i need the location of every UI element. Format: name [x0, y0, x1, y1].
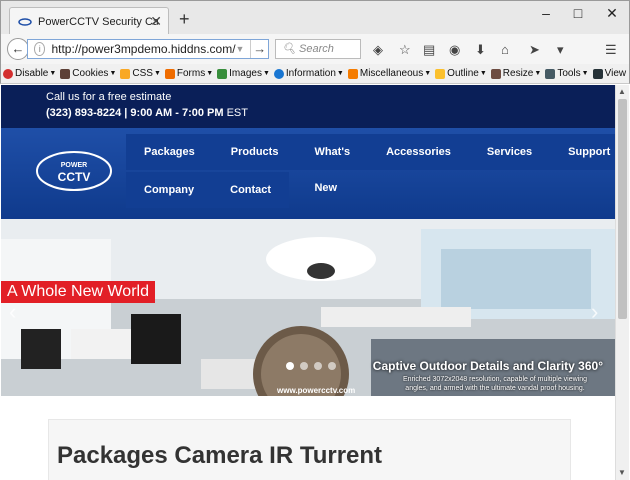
disable-icon [3, 68, 13, 79]
slider-next-icon[interactable]: › [591, 299, 598, 325]
reading-list-icon[interactable]: ▤ [423, 42, 435, 58]
menu-row-1: Packages Products What's New Accessories… [126, 134, 615, 194]
devtool-information[interactable]: Information ▼ [273, 68, 344, 79]
devtool-images[interactable]: Images ▼ [217, 68, 270, 79]
resize-icon [490, 68, 501, 79]
page-title: Packages Camera IR Turrent [57, 442, 383, 469]
menu-row-2: Company Contact [126, 172, 571, 208]
main-menu: Packages Products What's New Accessories… [126, 134, 615, 208]
dropdown-icon[interactable]: ▼ [236, 44, 245, 54]
slider-dot[interactable] [300, 362, 308, 370]
devtool-miscellaneous[interactable]: Miscellaneous ▼ [347, 68, 431, 79]
slider-prev-icon[interactable]: ‹ [9, 299, 16, 325]
cookies-icon [60, 68, 71, 79]
search-placeholder: Search [299, 43, 334, 55]
powercctv-logo[interactable]: POWER CCTV [35, 150, 113, 192]
devtool-view-source[interactable]: View Source▼ [592, 68, 629, 79]
web-page: Call us for a free estimate (323) 893-82… [1, 85, 615, 480]
slider-dot[interactable] [286, 362, 294, 370]
devtool-disable[interactable]: Disable ▼ [3, 68, 56, 79]
hero-subcaption: Enriched 3072x2048 resolution, capable o… [402, 376, 588, 392]
url-text[interactable]: http://power3mpdemo.hiddns.com/ [51, 42, 235, 56]
download-icon[interactable]: ⬇ [475, 42, 486, 58]
scroll-up-icon[interactable]: ▲ [618, 87, 626, 96]
minimize-button[interactable]: – [531, 5, 561, 21]
menu-whats-new[interactable]: What's New [296, 134, 369, 194]
maximize-button[interactable]: □ [563, 5, 593, 21]
slider-dot[interactable] [314, 362, 322, 370]
devtool-cookies[interactable]: Cookies ▼ [60, 68, 116, 79]
logo-text-bottom: CCTV [58, 170, 91, 184]
slider-dots [286, 362, 342, 370]
pocket-icon[interactable]: ◉ [449, 42, 460, 58]
send-icon[interactable]: ➤ [529, 42, 540, 58]
menu-icon[interactable]: ☰ [605, 42, 617, 58]
search-input[interactable]: 🔍︎ Search [275, 39, 361, 59]
devtool-outline[interactable]: Outline ▼ [435, 68, 487, 79]
extension-icon[interactable]: ◈ [373, 42, 383, 58]
hero-badge: A Whole New World [1, 281, 155, 303]
hours-line: (323) 893-8224 | 9:00 AM - 7:00 PM EST [46, 107, 248, 119]
browser-tab[interactable]: PowerCCTV Security Cam... ✕ [9, 7, 169, 35]
page-scrollbar[interactable]: ▲ ▼ [615, 85, 629, 480]
menu-company[interactable]: Company [126, 172, 213, 208]
menu-accessories[interactable]: Accessories [368, 134, 469, 170]
devtool-css[interactable]: CSS ▼ [120, 68, 161, 79]
home-icon[interactable]: ⌂ [501, 42, 509, 57]
slider-dot[interactable] [328, 362, 336, 370]
devtool-forms[interactable]: Forms ▼ [164, 68, 213, 79]
hero-caption: Captive Outdoor Details and Clarity 360° [372, 359, 603, 373]
devtool-resize[interactable]: Resize ▼ [490, 68, 541, 79]
information-icon [273, 68, 284, 79]
tab-title: PowerCCTV Security Cam... [38, 15, 158, 28]
back-icon[interactable]: ← [7, 38, 29, 60]
contact-strip: Call us for a free estimate (323) 893-82… [1, 85, 615, 128]
title-bar: PowerCCTV Security Cam... ✕ + – □ ✕ [0, 0, 630, 35]
scrollbar-thumb[interactable] [618, 99, 627, 319]
view-source-icon [592, 68, 603, 79]
search-icon: 🔍︎ [282, 43, 296, 55]
devtool-tools[interactable]: Tools ▼ [545, 68, 589, 79]
info-icon[interactable]: i [34, 42, 46, 56]
tools-icon [545, 68, 556, 79]
forms-icon [164, 68, 175, 79]
site-header: POWER CCTV Packages Products What's New … [1, 128, 615, 219]
tab-close-icon[interactable]: ✕ [150, 13, 162, 30]
images-icon [217, 68, 228, 79]
go-icon[interactable]: → [250, 40, 268, 58]
address-bar[interactable]: i http://power3mpdemo.hiddns.com/ ▼ → [27, 39, 269, 59]
site-favicon-icon [18, 17, 32, 26]
hero-slider[interactable]: A Whole New World Captive Outdoor Detail… [1, 219, 615, 396]
outline-icon [435, 68, 446, 79]
call-line: Call us for a free estimate [46, 91, 172, 103]
more-icon[interactable]: ▾ [557, 42, 564, 58]
web-developer-toolbar: Disable ▼ Cookies ▼ CSS ▼ Forms ▼ Images ▼ In… [0, 64, 630, 84]
new-tab-button[interactable]: + [179, 9, 190, 30]
menu-services[interactable]: Services [468, 134, 551, 170]
logo-text-top: POWER [61, 162, 87, 169]
bookmark-star-icon[interactable]: ☆ [399, 42, 411, 58]
menu-products[interactable]: Products [212, 134, 297, 170]
close-window-button[interactable]: ✕ [597, 5, 627, 22]
content-box: Packages Camera IR Turrent [48, 419, 571, 480]
menu-contact[interactable]: Contact [212, 172, 290, 208]
scroll-down-icon[interactable]: ▼ [618, 468, 626, 477]
css-icon [120, 68, 131, 79]
menu-packages[interactable]: Packages [126, 134, 213, 170]
hero-website: www.powercctv.com [277, 386, 356, 395]
navigation-toolbar: ← i http://power3mpdemo.hiddns.com/ ▼ → … [0, 34, 630, 64]
menu-support[interactable]: Support [550, 134, 615, 170]
miscellaneous-icon [347, 68, 358, 79]
